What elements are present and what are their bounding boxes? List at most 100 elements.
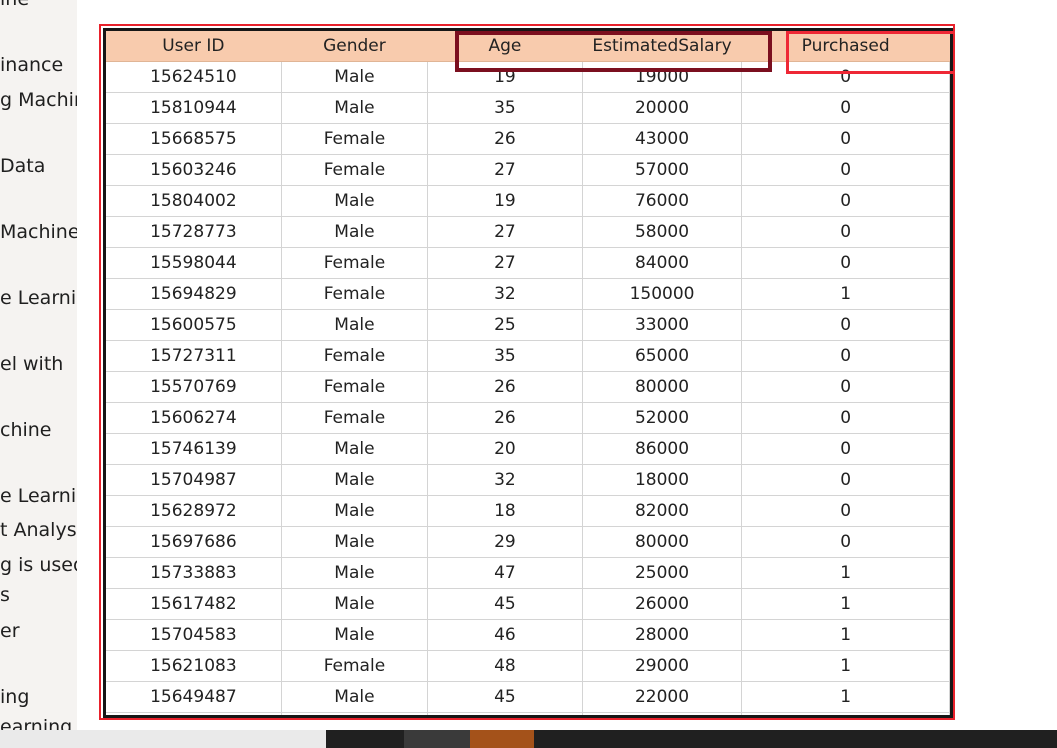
cell-purchased[interactable]: 1 [741, 619, 950, 651]
cell-gender[interactable]: Male [281, 681, 429, 713]
sidebar-item[interactable]: s [0, 584, 10, 606]
cell-gender[interactable]: Male [281, 464, 429, 496]
cell-purchased[interactable]: 0 [741, 154, 950, 186]
cell-age[interactable]: 32 [427, 464, 583, 496]
cell-estimated-salary[interactable]: 80000 [582, 371, 743, 403]
cell-age[interactable]: 27 [427, 154, 583, 186]
sidebar-item[interactable]: chine [0, 419, 52, 441]
cell-estimated-salary[interactable]: 76000 [582, 185, 743, 217]
cell-user-id[interactable]: 15697686 [106, 526, 282, 558]
cell-purchased[interactable]: 1 [741, 712, 950, 715]
cell-estimated-salary[interactable]: 18000 [582, 464, 743, 496]
cell-age[interactable]: 47 [427, 557, 583, 589]
cell-estimated-salary[interactable]: 20000 [582, 92, 743, 124]
cell-purchased[interactable]: 0 [741, 92, 950, 124]
sidebar-item[interactable]: er [0, 620, 20, 642]
cell-user-id[interactable]: 15598044 [106, 247, 282, 279]
cell-purchased[interactable]: 1 [741, 650, 950, 682]
cell-gender[interactable]: Female [281, 278, 429, 310]
cell-user-id[interactable]: 15649487 [106, 681, 282, 713]
cell-purchased[interactable]: 0 [741, 526, 950, 558]
cell-user-id[interactable]: 15733883 [106, 557, 282, 589]
cell-age[interactable]: 18 [427, 495, 583, 527]
cell-user-id[interactable]: 15600575 [106, 309, 282, 341]
cell-purchased[interactable]: 0 [741, 402, 950, 434]
cell-user-id[interactable]: 15746139 [106, 433, 282, 465]
cell-gender[interactable]: Male [281, 309, 429, 341]
cell-gender[interactable]: Female [281, 650, 429, 682]
cell-estimated-salary[interactable]: 82000 [582, 495, 743, 527]
cell-age[interactable]: 46 [427, 619, 583, 651]
cell-user-id[interactable]: 15810944 [106, 92, 282, 124]
cell-user-id[interactable]: 15736760 [106, 712, 282, 715]
cell-estimated-salary[interactable]: 33000 [582, 309, 743, 341]
cell-user-id[interactable]: 15668575 [106, 123, 282, 155]
cell-estimated-salary[interactable]: 57000 [582, 154, 743, 186]
cell-age[interactable]: 26 [427, 371, 583, 403]
sidebar-item[interactable]: Data [0, 155, 45, 177]
cell-estimated-salary[interactable]: 28000 [582, 619, 743, 651]
cell-gender[interactable]: Male [281, 61, 429, 93]
cell-user-id[interactable]: 15624510 [106, 61, 282, 93]
cell-gender[interactable]: Female [281, 154, 429, 186]
sidebar-item[interactable]: t Analysi [0, 519, 77, 541]
cell-purchased[interactable]: 0 [741, 216, 950, 248]
cell-age[interactable]: 35 [427, 340, 583, 372]
sidebar-item[interactable]: el with [0, 353, 63, 375]
sidebar-item[interactable]: g is used [0, 554, 77, 576]
cell-age[interactable]: 45 [427, 681, 583, 713]
cell-purchased[interactable]: 0 [741, 340, 950, 372]
cell-user-id[interactable]: 15603246 [106, 154, 282, 186]
cell-gender[interactable]: Male [281, 557, 429, 589]
cell-age[interactable]: 25 [427, 309, 583, 341]
cell-estimated-salary[interactable]: 29000 [582, 650, 743, 682]
cell-estimated-salary[interactable]: 80000 [582, 526, 743, 558]
sidebar-item[interactable]: ing [0, 686, 29, 708]
cell-estimated-salary[interactable]: 84000 [582, 247, 743, 279]
cell-purchased[interactable]: 0 [741, 433, 950, 465]
sidebar-item[interactable]: g Machin [0, 89, 77, 111]
cell-gender[interactable]: Male [281, 588, 429, 620]
cell-estimated-salary[interactable]: 150000 [582, 278, 743, 310]
cell-estimated-salary[interactable]: 65000 [582, 340, 743, 372]
cell-purchased[interactable]: 1 [741, 278, 950, 310]
taskbar-app-button-active[interactable] [470, 730, 534, 748]
cell-purchased[interactable]: 1 [741, 557, 950, 589]
cell-user-id[interactable]: 15704583 [106, 619, 282, 651]
taskbar-search-area[interactable] [0, 730, 326, 748]
cell-gender[interactable]: Female [281, 247, 429, 279]
cell-age[interactable]: 27 [427, 216, 583, 248]
cell-age[interactable]: 29 [427, 526, 583, 558]
cell-estimated-salary[interactable]: 22000 [582, 681, 743, 713]
cell-gender[interactable]: Female [281, 371, 429, 403]
cell-purchased[interactable]: 0 [741, 123, 950, 155]
cell-gender[interactable]: Male [281, 216, 429, 248]
cell-age[interactable]: 26 [427, 402, 583, 434]
cell-user-id[interactable]: 15804002 [106, 185, 282, 217]
cell-gender[interactable]: Male [281, 185, 429, 217]
cell-estimated-salary[interactable]: 43000 [582, 123, 743, 155]
cell-age[interactable]: 20 [427, 433, 583, 465]
sidebar-item[interactable]: ine [0, 0, 29, 10]
cell-age[interactable]: 48 [427, 650, 583, 682]
cell-purchased[interactable]: 0 [741, 309, 950, 341]
cell-purchased[interactable]: 0 [741, 371, 950, 403]
cell-user-id[interactable]: 15570769 [106, 371, 282, 403]
cell-age[interactable]: 32 [427, 278, 583, 310]
cell-user-id[interactable]: 15704987 [106, 464, 282, 496]
cell-purchased[interactable]: 1 [741, 681, 950, 713]
sidebar-item[interactable]: Machine [0, 221, 77, 243]
cell-estimated-salary[interactable]: 26000 [582, 588, 743, 620]
cell-estimated-salary[interactable]: 25000 [582, 557, 743, 589]
cell-gender[interactable]: Female [281, 340, 429, 372]
cell-age[interactable]: 27 [427, 247, 583, 279]
column-header-gender[interactable]: Gender [281, 31, 429, 62]
cell-age[interactable]: 19 [427, 185, 583, 217]
cell-gender[interactable]: Male [281, 92, 429, 124]
cell-purchased[interactable]: 0 [741, 185, 950, 217]
cell-estimated-salary[interactable]: 49000 [582, 712, 743, 715]
cell-gender[interactable]: Male [281, 495, 429, 527]
cell-gender[interactable]: Female [281, 123, 429, 155]
cell-user-id[interactable]: 15621083 [106, 650, 282, 682]
cell-gender[interactable]: Male [281, 526, 429, 558]
